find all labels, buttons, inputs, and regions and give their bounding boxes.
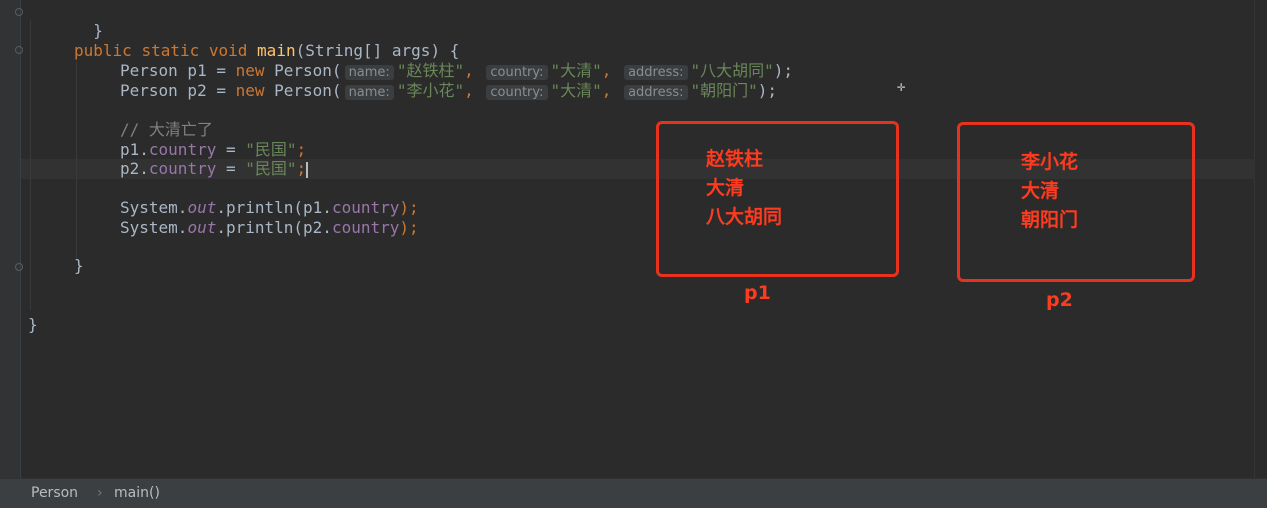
- method-params: (String[] args) {: [295, 41, 460, 60]
- field-country: country: [331, 198, 400, 217]
- object-ref: p2.: [120, 159, 149, 178]
- string-literal: "赵铁柱": [396, 61, 465, 80]
- code-line-assign-p2[interactable]: p2.country = "民国";: [120, 159, 309, 179]
- code-line-p1-declaration[interactable]: Person p1 = new Person(name: "赵铁柱", count…: [120, 61, 793, 81]
- statement-end: ;: [296, 159, 307, 178]
- annotation-label-p1: p1: [744, 282, 771, 304]
- string-literal: "大清": [550, 61, 602, 80]
- code-line-comment[interactable]: // 大清亡了: [120, 120, 213, 140]
- code-line-print-p1[interactable]: System.out.println(p1.country);: [120, 198, 419, 218]
- constructor: Person(: [264, 61, 342, 80]
- string-literal: "八大胡同": [690, 61, 774, 80]
- annotation-line: 赵铁柱: [706, 148, 764, 170]
- statement-end: );: [399, 218, 419, 237]
- breadcrumb-item-person[interactable]: Person: [31, 479, 78, 508]
- param-hint-country: country:: [486, 85, 548, 100]
- param-hint-address: address:: [624, 85, 688, 100]
- annotation-line: 朝阳门: [1021, 209, 1079, 231]
- constructor: Person(: [264, 81, 342, 100]
- statement-end: );: [399, 198, 419, 217]
- declaration: Person p1 =: [120, 61, 236, 80]
- code-line-main-signature[interactable]: public static void main(String[] args) {: [74, 41, 459, 61]
- annotation-line: 李小花: [1021, 151, 1079, 173]
- chevron-right-icon: ›: [97, 485, 103, 501]
- code-line-close-brace-class[interactable]: }: [28, 315, 38, 335]
- static-field-out: out: [187, 218, 217, 237]
- string-literal: "大清": [550, 81, 602, 100]
- code-line-close-brace-main[interactable]: }: [74, 256, 84, 276]
- code-line-close-brace[interactable]: }: [74, 1, 103, 40]
- string-literal: "李小花": [396, 81, 465, 100]
- keyword-new: new: [235, 61, 265, 80]
- text-caret: [306, 161, 309, 178]
- param-hint-address: address:: [624, 65, 688, 80]
- method-call: .println(p2.: [216, 218, 332, 237]
- param-hint-name: name:: [344, 65, 394, 80]
- method-name: main: [257, 41, 296, 60]
- annotation-p1-values: 赵铁柱 大清 八大胡同: [706, 145, 782, 232]
- statement-end: );: [773, 61, 794, 80]
- static-field-out: out: [187, 198, 217, 217]
- string-literal: "民国": [245, 159, 297, 178]
- statement-end: ;: [296, 140, 307, 159]
- gutter-divider: [20, 0, 21, 478]
- keyword-new: new: [235, 81, 265, 100]
- brace: }: [93, 21, 103, 40]
- fold-toggle-icon[interactable]: [15, 263, 23, 271]
- annotation-line: 大清: [706, 177, 745, 199]
- brace: }: [74, 256, 84, 275]
- comment: // 大清亡了: [120, 120, 213, 139]
- annotation-p2-values: 李小花 大清 朝阳门: [1021, 148, 1078, 235]
- indent-guide: [76, 62, 77, 258]
- operator: =: [216, 140, 246, 159]
- annotation-line: 八大胡同: [706, 206, 783, 228]
- class-ref: System.: [120, 218, 188, 237]
- string-literal: "朝阳门": [690, 81, 758, 100]
- annotation-line: 大清: [1021, 180, 1060, 202]
- class-ref: System.: [120, 198, 188, 217]
- operator: =: [216, 159, 246, 178]
- breadcrumb: Person › main(): [0, 478, 1267, 508]
- string-literal: "民国": [245, 140, 297, 159]
- keyword-static: static: [141, 41, 200, 60]
- mouse-crosshair-icon: ✛: [897, 79, 906, 95]
- editor-gutter[interactable]: [0, 0, 20, 478]
- fold-toggle-icon[interactable]: [15, 46, 23, 54]
- code-line-print-p2[interactable]: System.out.println(p2.country);: [120, 218, 419, 238]
- keyword-void: void: [208, 41, 248, 60]
- statement-end: );: [757, 81, 778, 100]
- editor-scrollbar[interactable]: [1254, 0, 1267, 478]
- declaration: Person p2 =: [120, 81, 236, 100]
- code-line-assign-p1[interactable]: p1.country = "民国";: [120, 140, 306, 160]
- method-call: .println(p1.: [216, 198, 332, 217]
- annotation-label-p2: p2: [1046, 289, 1073, 311]
- field-country: country: [148, 159, 217, 178]
- brace: }: [28, 315, 38, 334]
- breadcrumb-item-main[interactable]: main(): [114, 479, 160, 508]
- field-country: country: [148, 140, 217, 159]
- param-hint-name: name:: [344, 85, 394, 100]
- field-country: country: [331, 218, 400, 237]
- fold-toggle-icon[interactable]: [15, 8, 23, 16]
- indent-guide: [30, 20, 31, 310]
- param-hint-country: country:: [486, 65, 548, 80]
- keyword-public: public: [74, 41, 132, 60]
- code-line-p2-declaration[interactable]: Person p2 = new Person(name: "李小花", count…: [120, 81, 777, 101]
- object-ref: p1.: [120, 140, 149, 159]
